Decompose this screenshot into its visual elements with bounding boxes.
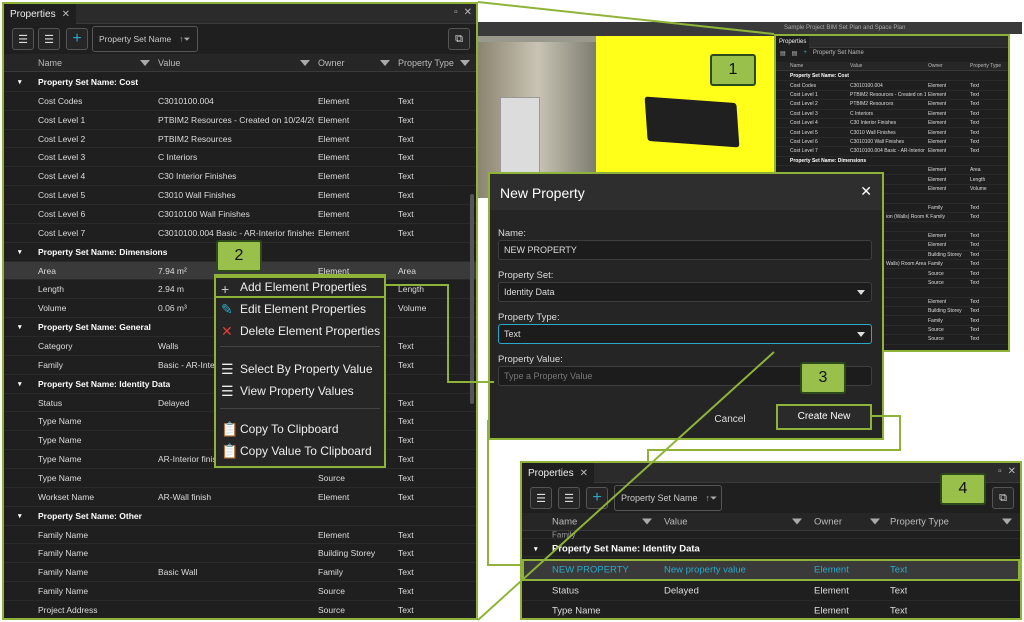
step-badge-4: 4 bbox=[940, 473, 986, 505]
connector-lines bbox=[386, 1, 901, 621]
step-badge-1: 1 bbox=[710, 54, 756, 86]
step-badge-3: 3 bbox=[800, 362, 846, 394]
step-badge-2: 2 bbox=[216, 240, 262, 272]
